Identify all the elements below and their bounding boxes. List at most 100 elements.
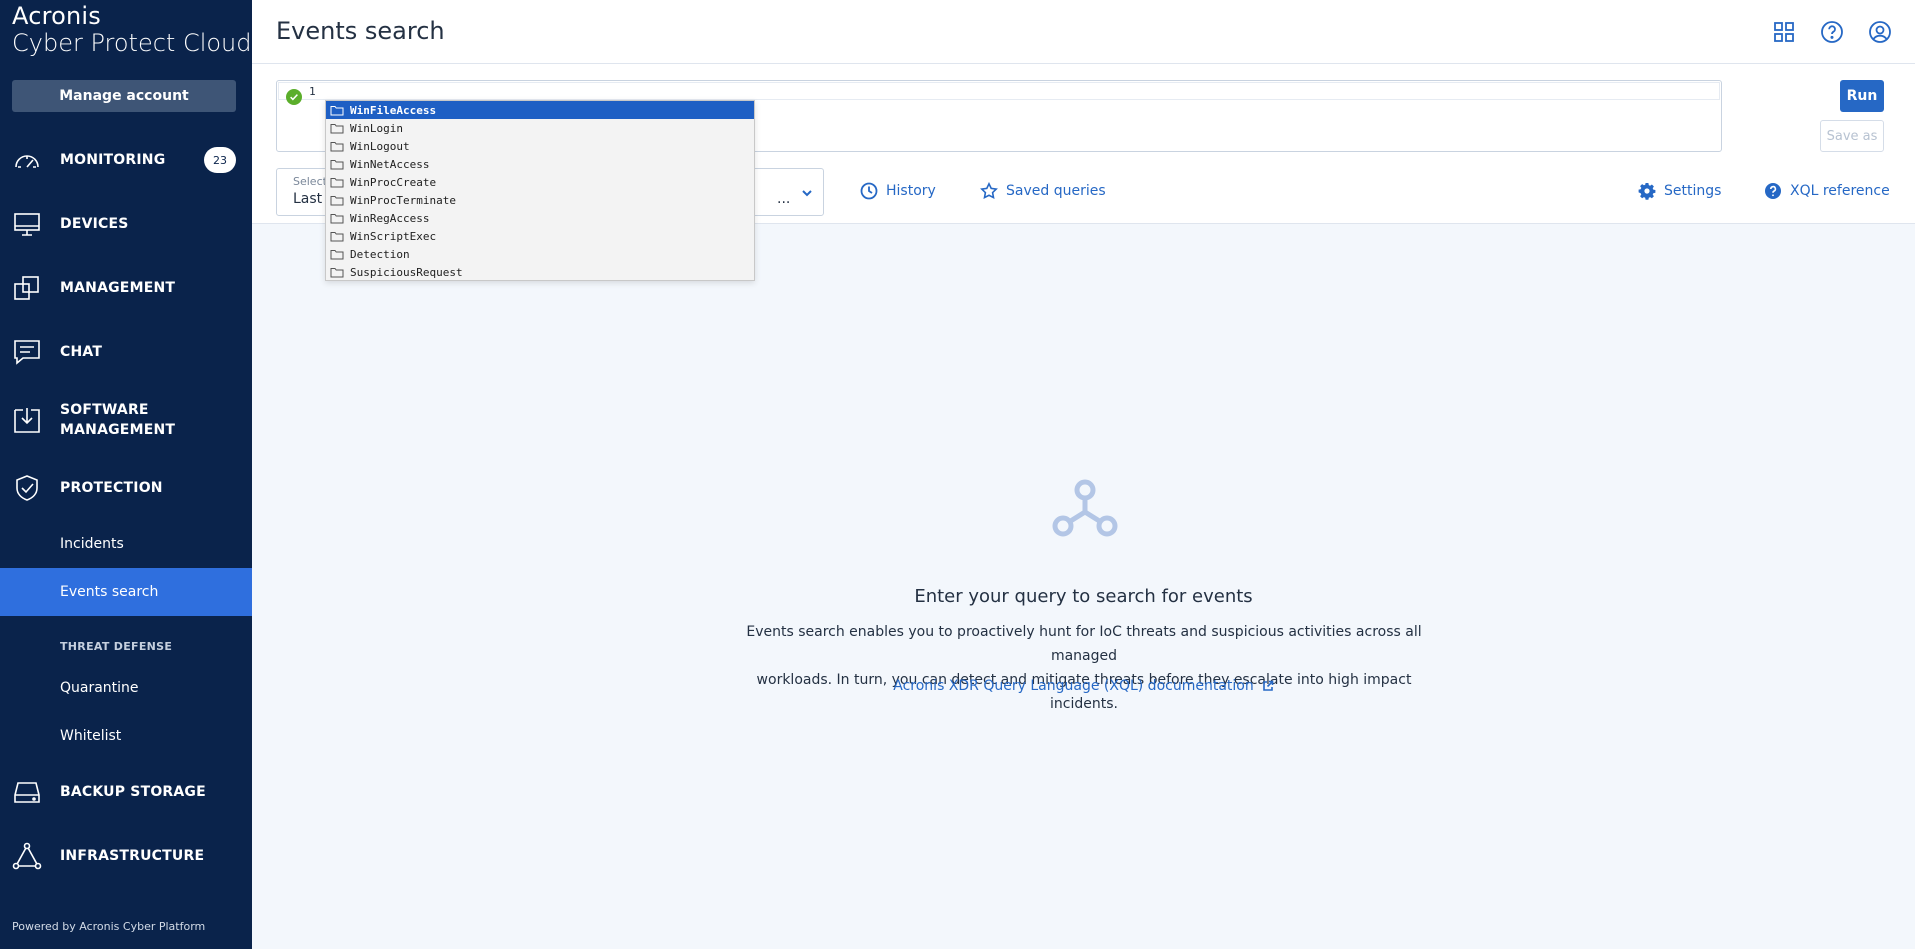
autocomplete-item-label: WinFileAccess <box>350 103 437 117</box>
folder-icon <box>330 123 344 133</box>
saved-queries-link[interactable]: Saved queries <box>980 182 1106 200</box>
brand-line2: Cyber Protect Cloud <box>12 29 252 57</box>
sidebar-item-label: SOFTWARE MANAGEMENT <box>60 400 175 440</box>
run-button[interactable]: Run <box>1840 80 1884 112</box>
network-triangle-icon <box>12 841 42 871</box>
brand-logo[interactable]: Acronis Cyber Protect Cloud <box>12 4 252 55</box>
apps-grid-icon[interactable] <box>1772 20 1796 44</box>
autocomplete-item-label: WinProcCreate <box>350 175 437 189</box>
autocomplete-dropdown[interactable]: WinFileAccess WinLogin WinLogout WinNetAcce… <box>325 100 755 281</box>
line-number: 1 <box>309 85 316 98</box>
notification-badge: 23 <box>204 147 236 173</box>
sidebar-item-quarantine[interactable]: Quarantine <box>0 664 252 712</box>
user-account-icon[interactable] <box>1868 20 1892 44</box>
help-icon[interactable] <box>1820 20 1844 44</box>
storage-drive-icon <box>12 777 42 807</box>
graph-nodes-icon <box>1052 479 1118 537</box>
sidebar: Acronis Cyber Protect Cloud Manage accou… <box>0 0 252 949</box>
page-title: Events search <box>276 17 445 45</box>
autocomplete-item[interactable]: WinRegAccess <box>326 209 754 227</box>
sidebar-item-chat[interactable]: CHAT <box>0 337 252 367</box>
settings-link[interactable]: Settings <box>1638 182 1721 200</box>
history-label: History <box>886 183 936 199</box>
saved-queries-label: Saved queries <box>1006 183 1106 199</box>
history-link[interactable]: History <box>860 182 936 200</box>
download-box-icon <box>12 405 42 435</box>
sidebar-item-protection[interactable]: PROTECTION <box>0 473 252 503</box>
shield-check-icon <box>12 473 42 503</box>
folder-icon <box>330 231 344 241</box>
sidebar-item-software-management[interactable]: SOFTWARE MANAGEMENT <box>0 400 252 440</box>
external-link-icon <box>1262 680 1274 691</box>
folder-icon <box>330 195 344 205</box>
chat-icon <box>12 337 42 367</box>
section-label-threat-defense: THREAT DEFENSE <box>60 640 173 653</box>
empty-state-description: Events search enables you to proactively… <box>740 620 1428 716</box>
autocomplete-item[interactable]: SuspiciousRequest <box>326 263 754 281</box>
autocomplete-item-label: WinProcTerminate <box>350 193 456 207</box>
autocomplete-item-label: WinLogin <box>350 121 403 135</box>
sidebar-item-label-line1: SOFTWARE <box>60 402 149 418</box>
folder-icon <box>330 249 344 259</box>
brand-line1: Acronis <box>12 2 101 30</box>
xql-documentation-label: Acronis XDR Query Language (XQL) documen… <box>893 678 1254 694</box>
empty-state-desc-line1: Events search enables you to proactively… <box>746 624 1422 664</box>
sidebar-item-devices[interactable]: DEVICES <box>0 209 252 239</box>
manage-account-button[interactable]: Manage account <box>12 80 236 112</box>
editor-current-line <box>278 82 1720 100</box>
sidebar-item-label-line2: MANAGEMENT <box>60 422 176 438</box>
sidebar-item-label: DEVICES <box>60 216 129 232</box>
xql-reference-link[interactable]: XQL reference <box>1764 182 1890 200</box>
autocomplete-item[interactable]: WinProcTerminate <box>326 191 754 209</box>
sidebar-item-label: PROTECTION <box>60 480 163 496</box>
chevron-down-icon <box>802 190 812 197</box>
autocomplete-item-label: WinLogout <box>350 139 410 153</box>
autocomplete-item-label: WinScriptExec <box>350 229 437 243</box>
sidebar-item-whitelist[interactable]: Whitelist <box>0 712 252 760</box>
autocomplete-item-label: Detection <box>350 247 410 261</box>
sidebar-item-label: INFRASTRUCTURE <box>60 848 205 864</box>
folder-icon <box>330 141 344 151</box>
sidebar-item-events-search[interactable]: Events search <box>0 568 252 616</box>
xql-reference-label: XQL reference <box>1790 183 1890 199</box>
check-circle-icon <box>286 89 302 105</box>
clock-icon <box>860 182 878 200</box>
sidebar-item-infrastructure[interactable]: INFRASTRUCTURE <box>0 841 252 871</box>
sidebar-item-monitoring[interactable]: MONITORING 23 <box>0 145 252 175</box>
sidebar-item-backup-storage[interactable]: BACKUP STORAGE <box>0 777 252 807</box>
sidebar-item-label: BACKUP STORAGE <box>60 784 206 800</box>
star-icon <box>980 182 998 200</box>
save-as-button[interactable]: Save as <box>1820 120 1884 152</box>
autocomplete-item[interactable]: WinLogin <box>326 119 754 137</box>
xql-documentation-link[interactable]: Acronis XDR Query Language (XQL) documen… <box>252 678 1915 694</box>
time-range-ellipsis: ... <box>777 191 791 207</box>
settings-label: Settings <box>1664 183 1722 199</box>
sidebar-item-management[interactable]: MANAGEMENT <box>0 273 252 303</box>
empty-state-title: Enter your query to search for events <box>914 586 1253 607</box>
sidebar-item-label: MANAGEMENT <box>60 280 176 296</box>
time-range-label: Select <box>293 175 327 188</box>
autocomplete-item[interactable]: WinNetAccess <box>326 155 754 173</box>
autocomplete-item-label: WinRegAccess <box>350 211 430 225</box>
folder-icon <box>330 177 344 187</box>
autocomplete-item-label: SuspiciousRequest <box>350 265 463 279</box>
time-range-value: Last <box>293 191 323 207</box>
powered-by: Powered by Acronis Cyber Platform <box>12 920 206 933</box>
autocomplete-item[interactable]: WinScriptExec <box>326 227 754 245</box>
folder-icon <box>330 159 344 169</box>
autocomplete-item[interactable]: WinFileAccess <box>326 101 754 119</box>
layers-icon <box>12 273 42 303</box>
autocomplete-item[interactable]: WinProcCreate <box>326 173 754 191</box>
autocomplete-item[interactable]: WinLogout <box>326 137 754 155</box>
autocomplete-item[interactable]: Detection <box>326 245 754 263</box>
monitor-icon <box>12 209 42 239</box>
gear-icon <box>1638 183 1656 200</box>
page-header: Events search <box>252 0 1915 64</box>
folder-icon <box>330 267 344 277</box>
folder-icon <box>330 105 344 115</box>
help-circle-icon <box>1765 183 1781 199</box>
folder-icon <box>330 213 344 223</box>
autocomplete-item-label: WinNetAccess <box>350 157 430 171</box>
sidebar-item-incidents[interactable]: Incidents <box>0 520 252 568</box>
sidebar-item-label: MONITORING <box>60 152 166 168</box>
